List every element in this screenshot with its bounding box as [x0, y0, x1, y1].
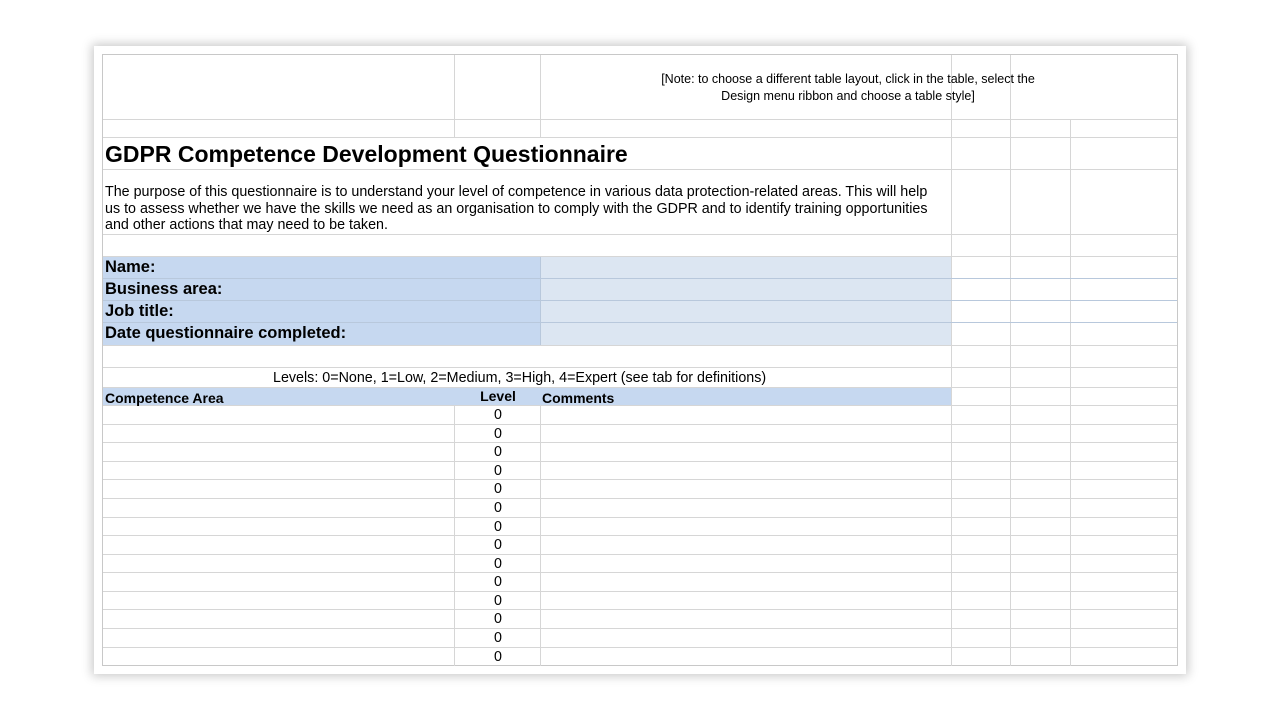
table-row-level[interactable]: 0: [455, 463, 541, 479]
gridline-row: [103, 517, 1177, 518]
gridline-col-5: [1070, 120, 1071, 666]
table-row-level[interactable]: 0: [455, 519, 541, 535]
gridline-row: [103, 498, 1177, 499]
gridline-row: [103, 424, 1177, 425]
spreadsheet-page: [Note: to choose a different table layou…: [94, 46, 1186, 674]
cell-grid: [Note: to choose a different table layou…: [102, 54, 1178, 666]
gridline-row: [103, 647, 1177, 648]
gridline-row-2: [103, 137, 1177, 138]
date-completed-input-cell[interactable]: [541, 323, 951, 345]
table-row-level[interactable]: 0: [455, 426, 541, 442]
table-row-level[interactable]: 0: [455, 500, 541, 516]
gridline-col-4: [1010, 55, 1011, 666]
business-area-input-cell[interactable]: [541, 279, 951, 300]
levels-legend: Levels: 0=None, 1=Low, 2=Medium, 3=High,…: [273, 370, 767, 386]
gridline-row-4: [103, 234, 1177, 235]
gridline-row-11: [103, 387, 1177, 388]
header-comments: Comments: [542, 390, 615, 406]
gridline-row-1: [103, 119, 1177, 120]
header-competence-area: Competence Area: [105, 390, 224, 406]
gridline-row: [103, 479, 1177, 480]
gridline-row: [103, 609, 1177, 610]
gridline-row: [103, 628, 1177, 629]
date-completed-label: Date questionnaire completed:: [105, 324, 347, 342]
gridline-row-3: [103, 169, 1177, 170]
gridline-row-9: [103, 345, 1177, 346]
header-level: Level: [480, 388, 516, 404]
table-row-level[interactable]: 0: [455, 556, 541, 572]
gridline-col-2: [540, 55, 541, 137]
job-title-input-cell[interactable]: [541, 301, 951, 322]
gridline-row: [103, 442, 1177, 443]
gridline-row-12: [103, 405, 1177, 406]
purpose-paragraph: The purpose of this questionnaire is to …: [105, 184, 928, 234]
table-row-level[interactable]: 0: [455, 574, 541, 590]
table-row-level[interactable]: 0: [455, 444, 541, 460]
gridline-row: [103, 554, 1177, 555]
gridline-row: [103, 591, 1177, 592]
name-input-cell[interactable]: [541, 256, 951, 278]
gridline-row-10: [103, 367, 1177, 368]
gridline-col-1: [454, 55, 455, 137]
job-title-label: Job title:: [105, 302, 174, 320]
gridline-row: [103, 535, 1177, 536]
table-row-level[interactable]: 0: [455, 537, 541, 553]
table-row-level[interactable]: 0: [455, 481, 541, 497]
table-row-level[interactable]: 0: [455, 407, 541, 423]
name-label: Name:: [105, 258, 156, 276]
gridline-row: [103, 572, 1177, 573]
business-area-label: Business area:: [105, 280, 223, 298]
table-row-level[interactable]: 0: [455, 649, 541, 665]
table-row-level[interactable]: 0: [455, 630, 541, 646]
gridline-col-3: [951, 55, 952, 666]
table-row-level[interactable]: 0: [455, 611, 541, 627]
table-row-level[interactable]: 0: [455, 593, 541, 609]
page-title: GDPR Competence Development Questionnair…: [105, 141, 628, 167]
gridline-row: [103, 461, 1177, 462]
table-style-note: [Note: to choose a different table layou…: [661, 72, 1035, 103]
